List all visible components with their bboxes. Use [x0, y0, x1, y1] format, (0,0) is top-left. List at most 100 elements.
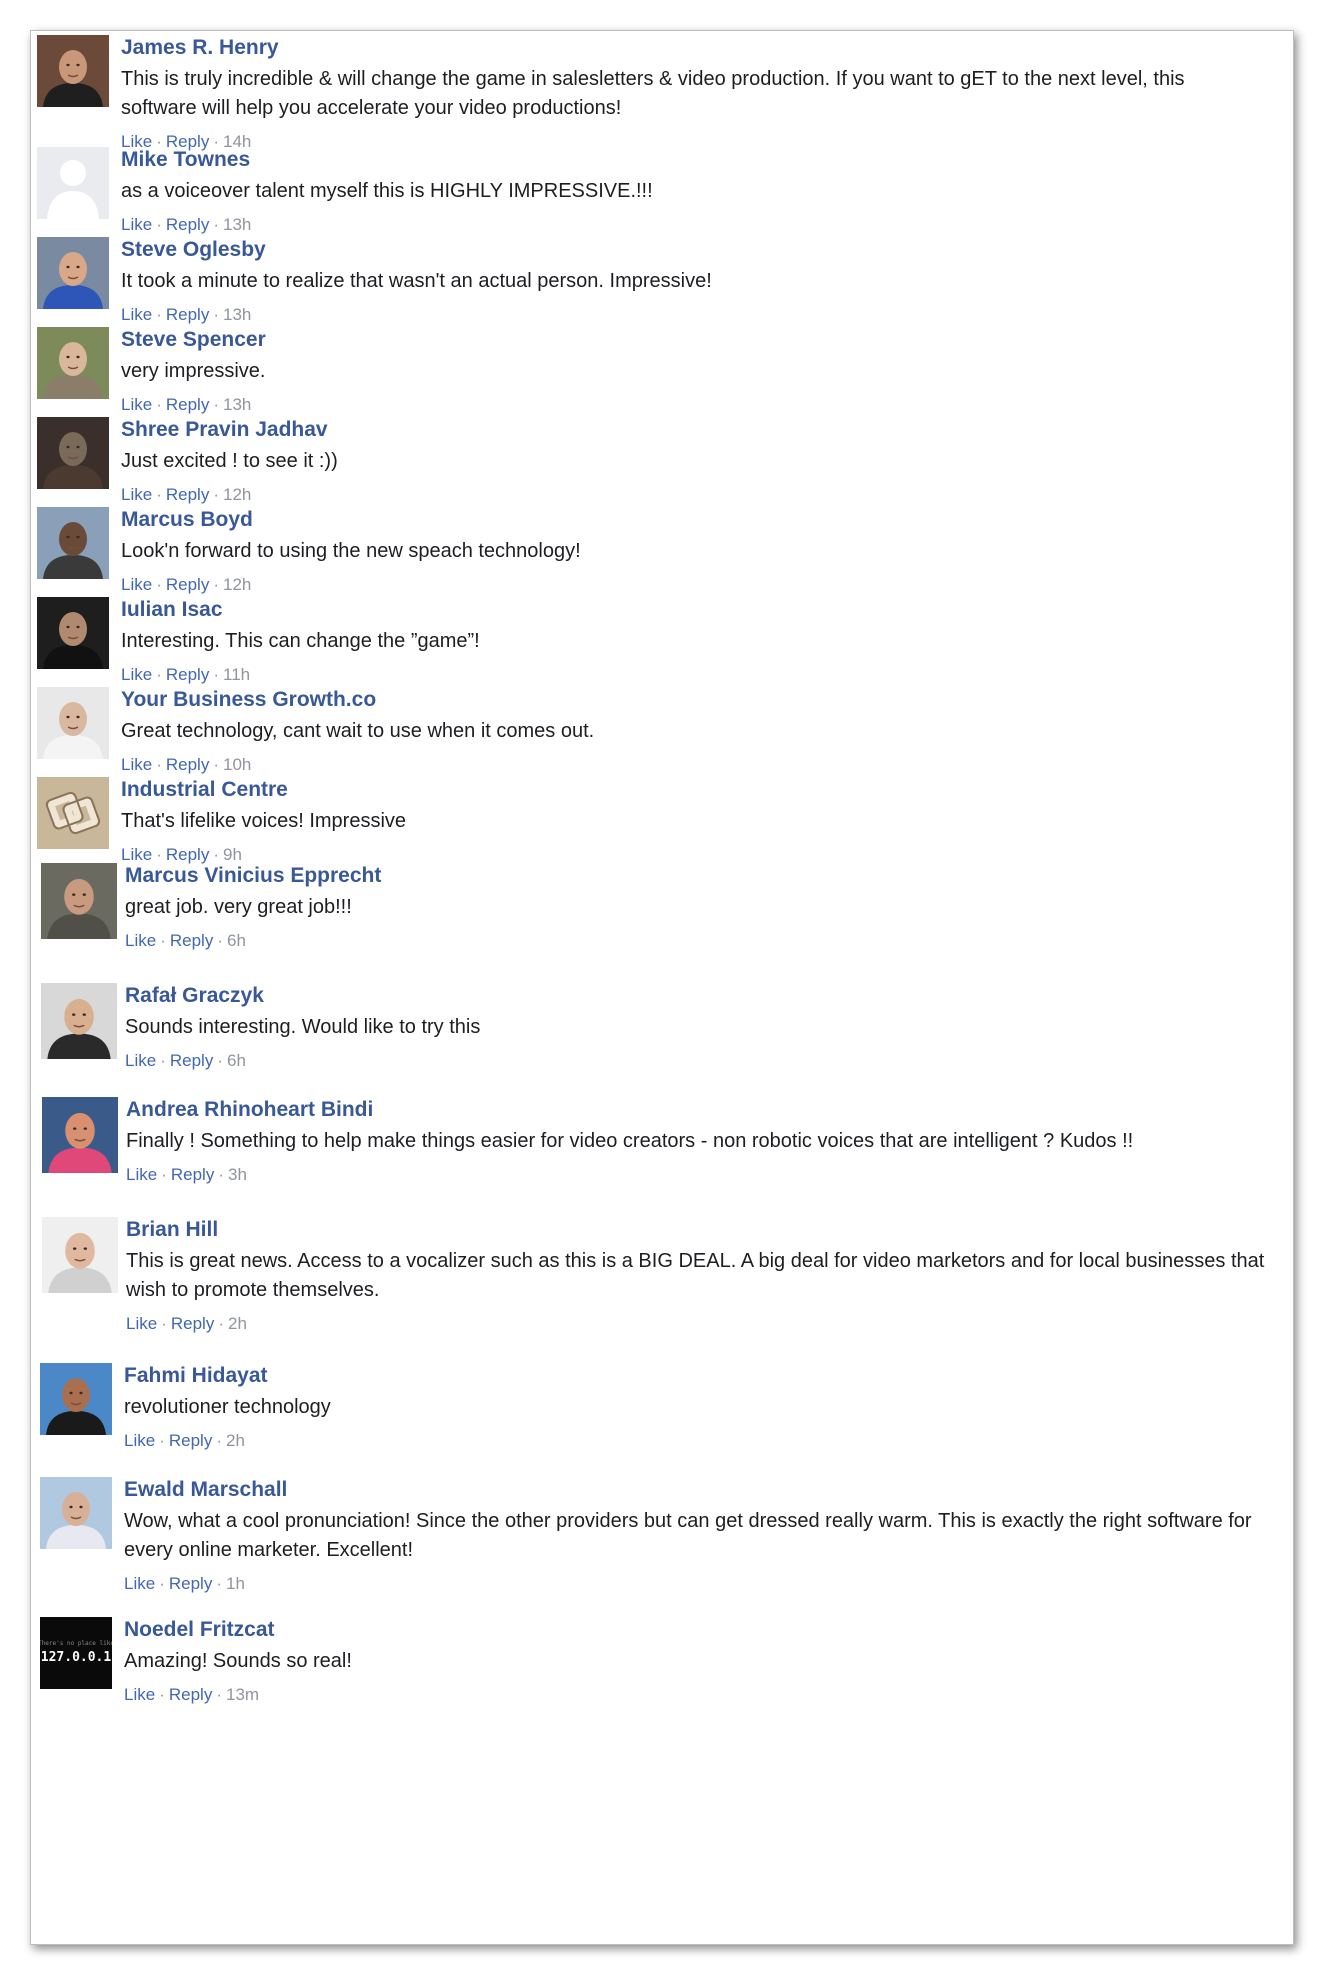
reply-link[interactable]: Reply — [166, 215, 209, 234]
svg-text:There's no place like: There's no place like — [40, 1640, 112, 1647]
comment-timestamp[interactable]: 12h — [223, 485, 251, 504]
reply-link[interactable]: Reply — [169, 1431, 212, 1450]
comment-timestamp[interactable]: 13m — [226, 1685, 259, 1704]
avatar[interactable] — [40, 1363, 112, 1435]
comment-timestamp[interactable]: 9h — [223, 845, 242, 864]
reply-link[interactable]: Reply — [166, 485, 209, 504]
like-link[interactable]: Like — [121, 305, 152, 324]
avatar[interactable] — [41, 863, 117, 939]
avatar[interactable] — [41, 983, 117, 1059]
comment-timestamp[interactable]: 1h — [226, 1574, 245, 1593]
comment-timestamp[interactable]: 2h — [226, 1431, 245, 1450]
like-link[interactable]: Like — [125, 931, 156, 950]
separator-dot: · — [213, 755, 219, 774]
comment-text: great job. very great job!!! — [125, 896, 352, 918]
separator-dot: · — [217, 931, 223, 950]
like-link[interactable]: Like — [121, 755, 152, 774]
comment-author-link[interactable]: Shree Pravin Jadhav — [121, 417, 1267, 443]
reply-link[interactable]: Reply — [166, 845, 209, 864]
separator-dot: · — [156, 575, 162, 594]
avatar[interactable] — [42, 1097, 118, 1173]
comment-author-link[interactable]: Your Business Growth.co — [121, 687, 1267, 713]
separator-dot: · — [216, 1431, 222, 1450]
comment-actions: Like · Reply · 2h — [126, 1313, 1267, 1335]
avatar[interactable] — [40, 1477, 112, 1549]
separator-dot: · — [156, 395, 162, 414]
comment-author-link[interactable]: Marcus Vinicius Epprecht — [125, 863, 1267, 889]
comment-author-link[interactable]: Brian Hill — [126, 1217, 1267, 1243]
comment-author-link[interactable]: Ewald Marschall — [124, 1477, 1267, 1503]
comment-timestamp[interactable]: 2h — [228, 1314, 247, 1333]
avatar[interactable] — [37, 597, 109, 669]
like-link[interactable]: Like — [121, 665, 152, 684]
avatar[interactable] — [37, 237, 109, 309]
like-link[interactable]: Like — [121, 845, 152, 864]
like-link[interactable]: Like — [121, 215, 152, 234]
avatar[interactable] — [37, 687, 109, 759]
separator-dot: · — [213, 845, 219, 864]
like-link[interactable]: Like — [121, 395, 152, 414]
comment-author-link[interactable]: James R. Henry — [121, 35, 1267, 61]
comment-author-link[interactable]: Noedel Fritzcat — [124, 1617, 1267, 1643]
like-link[interactable]: Like — [126, 1314, 157, 1333]
comment-author-link[interactable]: Industrial Centre — [121, 777, 1267, 803]
comment-body: Mike Townes as a voiceover talent myself … — [121, 147, 1267, 236]
avatar[interactable]: There's no place like 127.0.0.1 — [40, 1617, 112, 1689]
reply-link[interactable]: Reply — [166, 395, 209, 414]
like-link[interactable]: Like — [126, 1165, 157, 1184]
comment-actions: Like · Reply · 13h — [121, 214, 1267, 236]
separator-dot: · — [156, 845, 162, 864]
comment-timestamp[interactable]: 13h — [223, 395, 251, 414]
avatar[interactable] — [37, 777, 109, 849]
reply-link[interactable]: Reply — [171, 1314, 214, 1333]
avatar[interactable] — [37, 417, 109, 489]
comment-timestamp[interactable]: 12h — [223, 575, 251, 594]
comment-timestamp[interactable]: 3h — [228, 1165, 247, 1184]
comment-author-link[interactable]: Marcus Boyd — [121, 507, 1267, 533]
like-link[interactable]: Like — [125, 1051, 156, 1070]
separator-dot: · — [218, 1165, 224, 1184]
comment-timestamp[interactable]: 13h — [223, 305, 251, 324]
reply-link[interactable]: Reply — [170, 931, 213, 950]
reply-link[interactable]: Reply — [166, 755, 209, 774]
like-link[interactable]: Like — [124, 1574, 155, 1593]
separator-dot: · — [160, 931, 166, 950]
comment-timestamp[interactable]: 13h — [223, 215, 251, 234]
reply-link[interactable]: Reply — [166, 575, 209, 594]
reply-link[interactable]: Reply — [169, 1685, 212, 1704]
avatar[interactable] — [37, 147, 109, 219]
reply-link[interactable]: Reply — [169, 1574, 212, 1593]
comment-author-link[interactable]: Mike Townes — [121, 147, 1267, 173]
like-link[interactable]: Like — [124, 1685, 155, 1704]
comment-author-link[interactable]: Steve Oglesby — [121, 237, 1267, 263]
like-link[interactable]: Like — [121, 575, 152, 594]
comment-text: Just excited ! to see it :)) — [121, 450, 338, 472]
comment-timestamp[interactable]: 6h — [227, 1051, 246, 1070]
reply-link[interactable]: Reply — [166, 665, 209, 684]
separator-dot: · — [156, 215, 162, 234]
avatar[interactable] — [37, 507, 109, 579]
comment-timestamp[interactable]: 6h — [227, 931, 246, 950]
separator-dot: · — [216, 1685, 222, 1704]
comment-author-link[interactable]: Rafał Graczyk — [125, 983, 1267, 1009]
avatar[interactable] — [37, 35, 109, 107]
comment-body: Marcus Vinicius Epprecht great job. very … — [125, 863, 1267, 952]
reply-link[interactable]: Reply — [166, 305, 209, 324]
reply-link[interactable]: Reply — [171, 1165, 214, 1184]
reply-link[interactable]: Reply — [170, 1051, 213, 1070]
comment-author-link[interactable]: Iulian Isac — [121, 597, 1267, 623]
separator-dot: · — [156, 305, 162, 324]
comment-author-link[interactable]: Steve Spencer — [121, 327, 1267, 353]
comment-timestamp[interactable]: 10h — [223, 755, 251, 774]
like-link[interactable]: Like — [124, 1431, 155, 1450]
avatar[interactable] — [37, 327, 109, 399]
comment-body: Your Business Growth.co Great technology,… — [121, 687, 1267, 776]
separator-dot: · — [213, 305, 219, 324]
comment-author-link[interactable]: Andrea Rhinoheart Bindi — [126, 1097, 1267, 1123]
avatar[interactable] — [42, 1217, 118, 1293]
like-link[interactable]: Like — [121, 485, 152, 504]
comment-author-link[interactable]: Fahmi Hidayat — [124, 1363, 1267, 1389]
separator-dot: · — [213, 215, 219, 234]
comment-timestamp[interactable]: 11h — [223, 665, 250, 684]
comment-actions: Like · Reply · 11h — [121, 664, 1267, 686]
